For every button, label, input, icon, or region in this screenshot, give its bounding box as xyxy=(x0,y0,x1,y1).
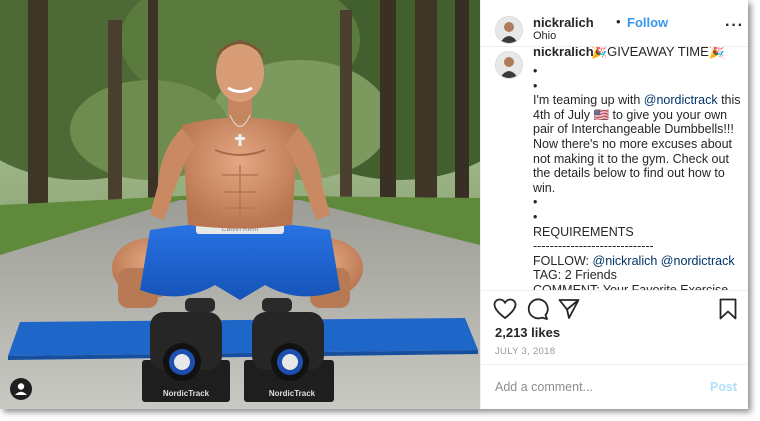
caption-line: COMMENT: Your Favorite Exercise xyxy=(533,282,729,291)
more-options-icon[interactable]: ··· xyxy=(725,18,744,34)
instagram-post-card: Calvin Klein NordicTrack NordicTrack nic… xyxy=(0,0,748,409)
comment-icon[interactable] xyxy=(526,298,549,325)
photo-scene: Calvin Klein NordicTrack NordicTrack xyxy=(0,0,480,409)
caption-bullet: • xyxy=(533,209,538,224)
comment-input[interactable] xyxy=(495,377,695,397)
header-separator: • xyxy=(616,14,621,29)
post-button[interactable]: Post xyxy=(710,380,737,394)
caption-line: I'm teaming up with xyxy=(533,93,644,108)
post-header: nickralich • Follow Ohio ··· xyxy=(481,0,748,47)
caption-divider: ----------------------------- xyxy=(533,239,654,254)
caption-line: FOLLOW: xyxy=(533,253,593,268)
caption-avatar[interactable] xyxy=(495,51,523,79)
dumbbell-left-brand: NordicTrack xyxy=(163,389,210,398)
likes-count[interactable]: 2,213 likes xyxy=(495,325,560,340)
post-date: JULY 3, 2018 xyxy=(495,346,556,357)
share-icon[interactable] xyxy=(558,298,580,325)
header-location[interactable]: Ohio xyxy=(533,30,556,42)
caption-line: this 4th of July 🇺🇸 to give you your own… xyxy=(533,93,741,195)
post-photo[interactable]: Calvin Klein NordicTrack NordicTrack xyxy=(0,0,480,409)
caption-bullet: • xyxy=(533,195,538,210)
bookmark-icon[interactable] xyxy=(719,298,737,325)
follow-button[interactable]: Follow xyxy=(627,15,668,30)
caption-line: REQUIREMENTS xyxy=(533,224,634,239)
mention-link[interactable]: @nordictrack xyxy=(644,93,718,107)
caption-text: • • I'm teaming up with @nordictrack thi… xyxy=(533,64,741,291)
header-username[interactable]: nickralich xyxy=(533,15,594,30)
mention-link[interactable]: @nordictrack xyxy=(661,254,735,268)
caption-bullet: • xyxy=(533,78,538,93)
caption-area: nickralich 🎉GIVEAWAY TIME🎉 • • I'm teami… xyxy=(481,47,748,291)
caption-username[interactable]: nickralich xyxy=(533,47,594,59)
avatar[interactable] xyxy=(495,16,523,44)
caption-line: TAG: 2 Friends xyxy=(533,268,617,283)
mention-link[interactable]: @nickralich xyxy=(593,254,658,268)
post-details-panel: nickralich • Follow Ohio ··· nickralich … xyxy=(480,0,748,409)
tagged-user-icon[interactable] xyxy=(10,378,32,400)
caption-giveaway: 🎉GIVEAWAY TIME🎉 xyxy=(591,47,725,59)
dumbbell-right-brand: NordicTrack xyxy=(269,389,316,398)
action-bar xyxy=(481,296,748,322)
comment-bar: Post xyxy=(481,364,748,409)
dumbbell-right: NordicTrack xyxy=(244,312,334,402)
caption-bullet: • xyxy=(533,64,538,78)
heart-icon[interactable] xyxy=(493,298,517,325)
dumbbell-left: NordicTrack xyxy=(142,312,230,402)
